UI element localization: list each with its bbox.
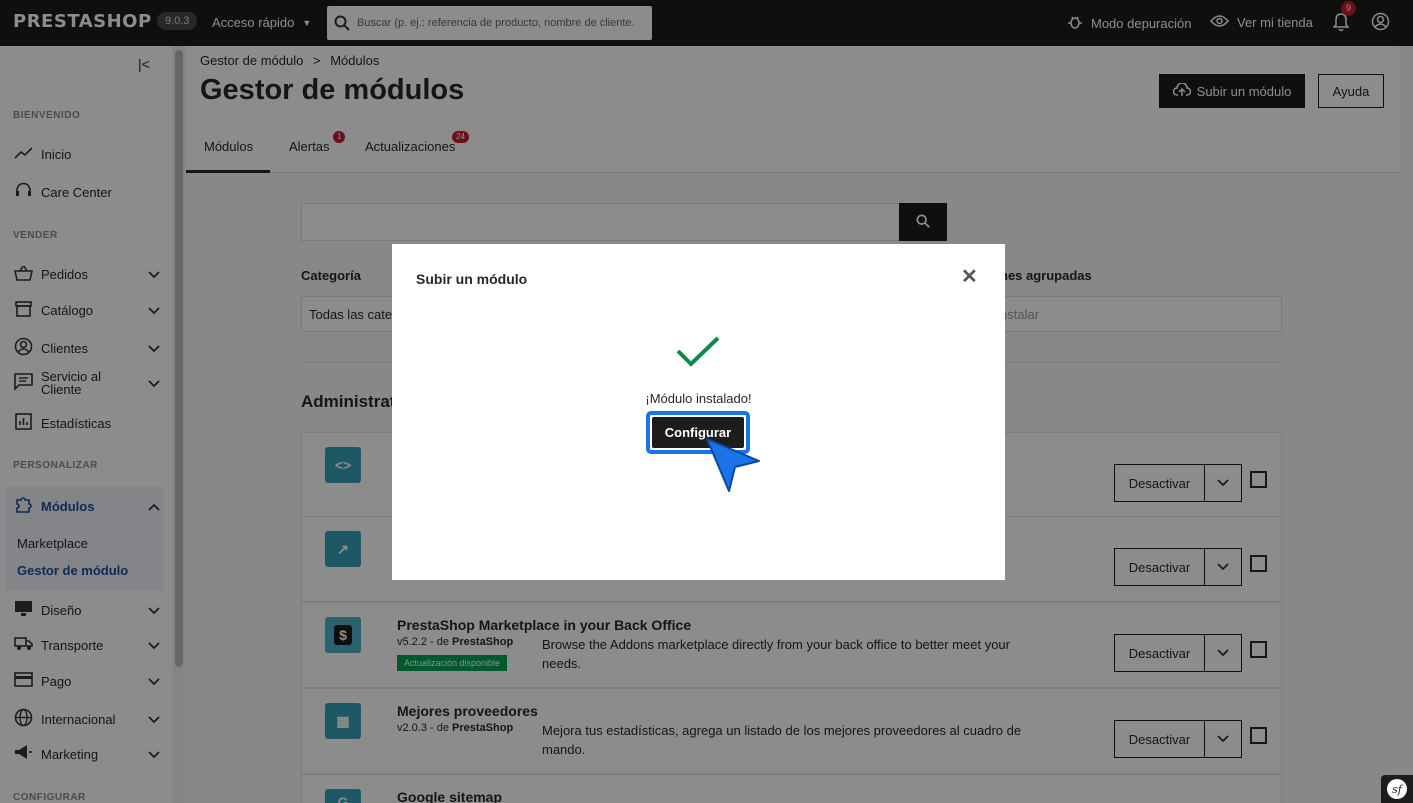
symfony-toolbar-icon[interactable]: sf bbox=[1381, 775, 1413, 803]
checkmark-icon bbox=[676, 336, 720, 371]
pointer-cursor-icon bbox=[705, 437, 761, 496]
modal-title: Subir un módulo bbox=[416, 271, 528, 287]
upload-module-modal: Subir un módulo ✕ ¡Módulo instalado! Con… bbox=[392, 244, 1005, 580]
close-icon[interactable]: ✕ bbox=[961, 264, 978, 289]
install-success-message: ¡Módulo instalado! bbox=[645, 391, 752, 406]
